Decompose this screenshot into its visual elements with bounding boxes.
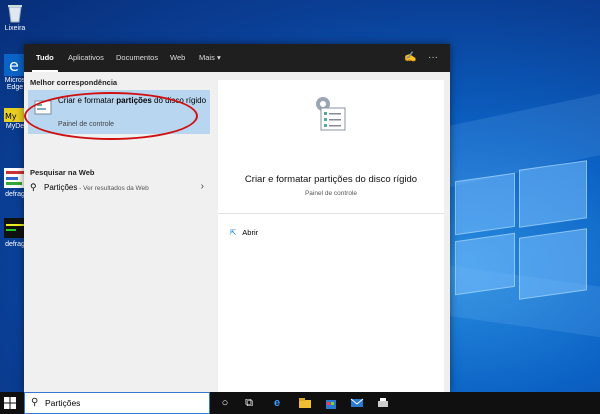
defrag-icon — [4, 168, 26, 190]
results-list: Melhor correspondência Criar e formatar … — [24, 72, 216, 392]
task-view-icon[interactable]: ⧉ — [242, 396, 256, 410]
mail-icon[interactable] — [350, 396, 364, 410]
tab-mais[interactable]: Mais ▾ — [199, 44, 221, 72]
printer-icon[interactable] — [376, 396, 390, 410]
edge-icon[interactable]: e — [270, 396, 284, 410]
taskbar-search-input[interactable]: Partições — [45, 398, 80, 408]
web-heading: Pesquisar na Web — [30, 168, 95, 177]
desktop-icon-label: Lixeira — [4, 25, 26, 32]
taskbar-search-box[interactable]: ⚲ Partições — [24, 392, 210, 414]
tab-tudo[interactable]: Tudo — [32, 44, 58, 72]
tab-web[interactable]: Web — [170, 44, 185, 72]
tab-documentos[interactable]: Documentos — [116, 44, 158, 72]
open-action-label: Abrir — [242, 228, 259, 237]
desktop-icon-label: Micros Edge — [4, 77, 26, 91]
desktop-icon-label: MyDe — [5, 123, 25, 130]
mydefrag-icon: My — [4, 108, 26, 122]
windows-start-icon[interactable] — [4, 397, 16, 409]
svg-text:e: e — [9, 56, 19, 75]
svg-text:My: My — [5, 112, 17, 121]
chevron-down-icon: ▾ — [216, 53, 221, 62]
red-annotation-circle — [24, 92, 198, 140]
best-match-heading: Melhor correspondência — [30, 78, 118, 87]
tab-mais-label: Mais — [199, 53, 215, 62]
result-detail-pane: Criar e formatar partições do disco rígi… — [218, 80, 444, 392]
recycle-bin-icon — [4, 2, 26, 24]
desktop-icon-recycle-bin[interactable]: Lixeira — [2, 2, 28, 32]
feedback-icon[interactable]: ✍ — [404, 52, 416, 63]
desktop-icon-label: defrag — [5, 241, 25, 248]
desktop-icon-label: defrag — [5, 191, 25, 198]
taskbar: ⚲ Partições ○ ⧉ e — [0, 392, 600, 414]
web-result-suffix: - Ver resultados da Web — [77, 185, 149, 192]
windows-logo-wallpaper — [455, 160, 587, 300]
web-result-term: Partições — [44, 183, 78, 192]
detail-subtitle: Painel de controle — [304, 190, 358, 197]
chevron-right-icon[interactable]: › — [201, 181, 204, 192]
web-result[interactable]: ⚲ Partições - Ver resultados da Web › — [28, 179, 210, 197]
detail-title: Criar e formatar partições do disco rígi… — [244, 174, 418, 185]
search-tabs-bar: Tudo Aplicativos Documentos Web Mais ▾ ✍… — [24, 44, 450, 72]
disk-management-large-icon — [313, 94, 349, 136]
detail-divider — [218, 213, 444, 214]
store-icon[interactable] — [324, 396, 338, 410]
search-panel: Tudo Aplicativos Documentos Web Mais ▾ ✍… — [24, 44, 450, 392]
open-action[interactable]: ⇱ Abrir — [230, 228, 258, 237]
file-explorer-icon[interactable] — [298, 396, 312, 410]
tab-aplicativos[interactable]: Aplicativos — [68, 44, 104, 72]
open-icon: ⇱ — [230, 228, 237, 237]
defrag-icon — [4, 218, 26, 240]
search-icon: ⚲ — [31, 397, 39, 408]
search-icon: ⚲ — [30, 182, 37, 192]
edge-icon: e — [4, 54, 26, 76]
more-options-icon[interactable]: ··· — [428, 52, 438, 63]
cortana-icon[interactable]: ○ — [218, 396, 232, 410]
